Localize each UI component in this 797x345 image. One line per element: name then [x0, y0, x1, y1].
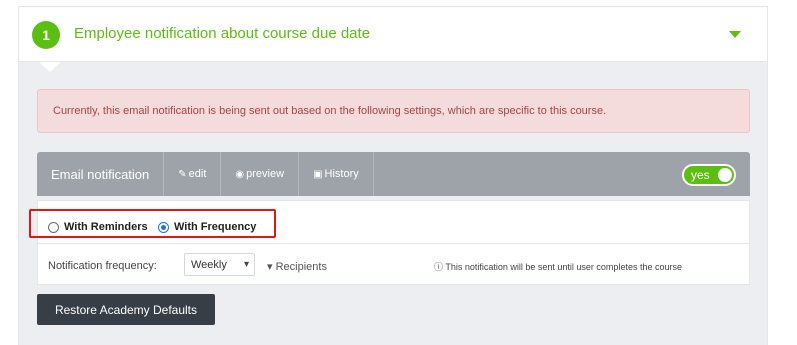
radio-with-reminders[interactable]: With Reminders [48, 221, 148, 233]
chevron-down-icon: ▾ [267, 261, 273, 273]
pencil-icon: ✎ [178, 168, 187, 180]
radio-with-frequency[interactable]: With Frequency [158, 221, 256, 233]
notification-toggle[interactable]: yes [682, 164, 736, 186]
tab-preview-label: preview [246, 168, 285, 180]
frequency-select-value: Weekly [191, 258, 227, 271]
frequency-note-text: This notification will be sent until use… [445, 262, 682, 272]
email-notification-toolbar: Email notification ✎ edit ◉ preview ▣ Hi… [37, 152, 750, 196]
radio-frequency-dot[interactable] [158, 221, 169, 233]
restore-defaults-button[interactable]: Restore Academy Defaults [37, 294, 215, 325]
calendar-icon: ▣ [313, 168, 323, 180]
info-alert: Currently, this email notification is be… [37, 89, 750, 133]
section-title: Employee notification about course due d… [74, 25, 371, 42]
frequency-select[interactable]: Weekly ▾ [184, 253, 255, 276]
alert-text: Currently, this email notification is be… [53, 105, 607, 117]
radio-reminders-dot[interactable] [48, 221, 59, 233]
frequency-note: ⓘ This notification will be sent until u… [434, 260, 682, 273]
notification-panel: 1 Employee notification about course due… [18, 6, 768, 345]
header-pointer [39, 62, 61, 72]
tab-edit[interactable]: ✎ edit [164, 152, 222, 196]
eye-icon: ◉ [235, 168, 245, 180]
chevron-down-icon: ▾ [243, 259, 249, 270]
section-header[interactable]: 1 Employee notification about course due… [19, 7, 767, 62]
chevron-down-icon[interactable] [729, 31, 741, 38]
tab-email-notification-label: Email notification [51, 166, 150, 182]
recipients-label: Recipients [275, 261, 327, 273]
toggle-knob [718, 168, 732, 182]
radio-reminders-label: With Reminders [64, 221, 148, 233]
tab-history-label: History [324, 168, 359, 180]
step-number-badge: 1 [32, 21, 60, 49]
tab-edit-label: edit [188, 168, 207, 180]
info-icon: ⓘ [434, 262, 444, 272]
tab-email-notification: Email notification [37, 152, 165, 196]
recipients-link[interactable]: ▾ Recipients [267, 260, 327, 273]
tab-history[interactable]: ▣ History [299, 152, 374, 196]
frequency-label: Notification frequency: [48, 260, 157, 272]
radio-frequency-label: With Frequency [174, 221, 257, 233]
tab-preview[interactable]: ◉ preview [221, 152, 300, 196]
toggle-label: yes [691, 168, 710, 182]
